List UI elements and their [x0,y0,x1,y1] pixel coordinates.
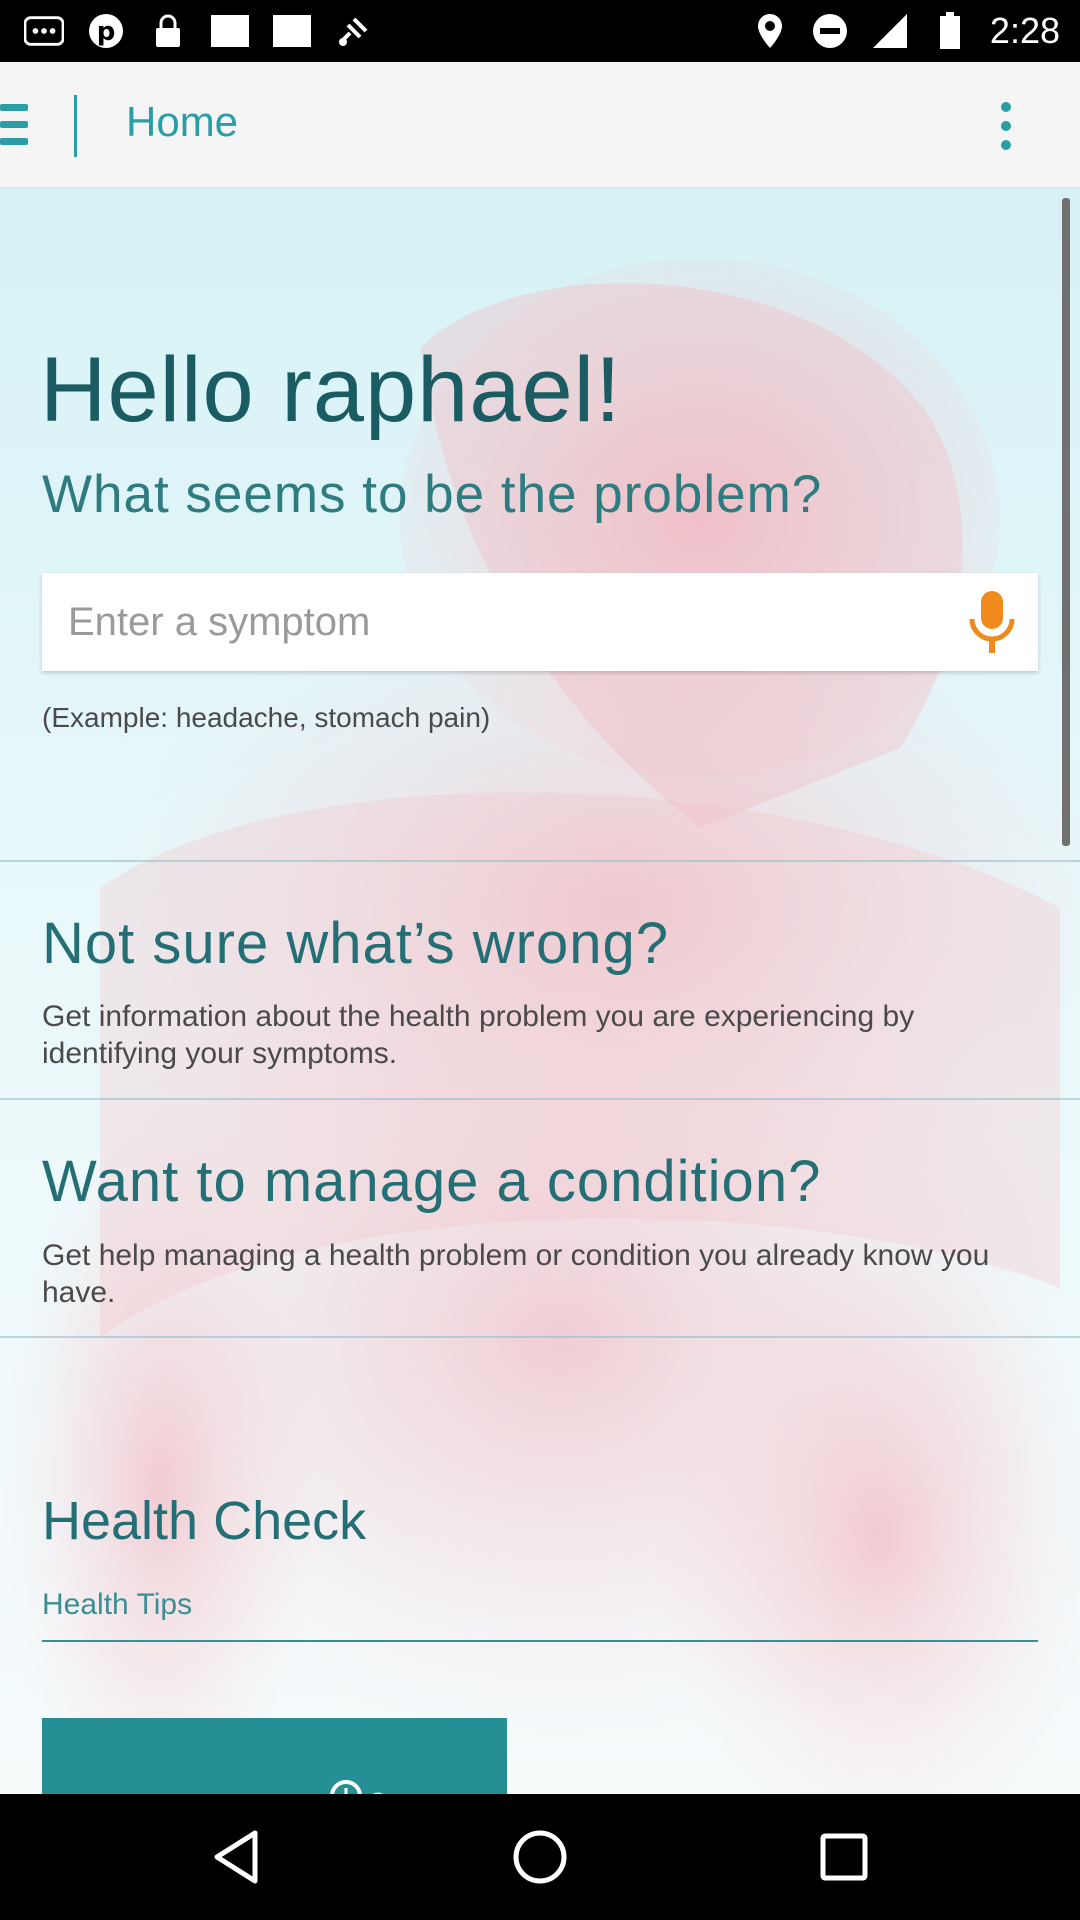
navigation-bar [0,1794,1080,1920]
signal-icon [870,11,910,51]
manage-condition-title[interactable]: Want to manage a condition? [42,1148,821,1215]
section-divider [0,1336,1080,1338]
fake-gps-icon [334,11,374,51]
health-tip-icon [330,1780,384,1794]
home-icon[interactable] [510,1827,570,1887]
symptom-search-input[interactable] [68,573,948,671]
do-not-disturb-icon [810,11,850,51]
health-tip-card[interactable] [42,1718,507,1794]
pinterest-icon: p [86,11,126,51]
back-icon[interactable] [206,1827,266,1887]
system-icons: 2:28 [750,0,1060,62]
hamburger-icon[interactable] [0,102,30,148]
section-divider [0,1098,1080,1100]
main-content: Hello raphael! What seems to be the prob… [0,188,1080,1794]
greeting-heading: Hello raphael! [40,339,622,441]
problem-question: What seems to be the problem? [42,465,823,524]
status-time: 2:28 [989,10,1060,51]
tab-health-tips[interactable]: Health Tips [42,1588,192,1622]
app-bar: Home [0,62,1080,188]
image-icon [210,11,250,51]
notification-icons: p [24,0,374,62]
section-divider [0,860,1080,862]
manage-condition-description[interactable]: Get help managing a health problem or co… [42,1237,1032,1311]
svg-text:p: p [97,17,116,47]
scrollbar[interactable] [1062,198,1070,846]
title-divider [74,95,77,157]
page-title: Home [126,98,239,145]
tab-indicator [42,1640,1038,1642]
status-bar: p 2:28 [0,0,1080,62]
symptom-checker-description[interactable]: Get information about the health problem… [42,998,1032,1072]
health-check-title: Health Check [42,1491,367,1551]
symptom-checker-title[interactable]: Not sure what’s wrong? [42,910,669,977]
image-icon [272,11,312,51]
more-icon [24,11,64,51]
more-vert-icon[interactable] [990,98,1022,154]
search-example-text: (Example: headache, stomach pain) [42,702,491,733]
battery-icon [930,11,970,51]
location-icon [750,11,790,51]
recents-icon[interactable] [814,1827,874,1887]
microphone-icon[interactable] [964,591,1020,655]
symptom-search-box [42,573,1038,671]
lock-icon [148,11,188,51]
